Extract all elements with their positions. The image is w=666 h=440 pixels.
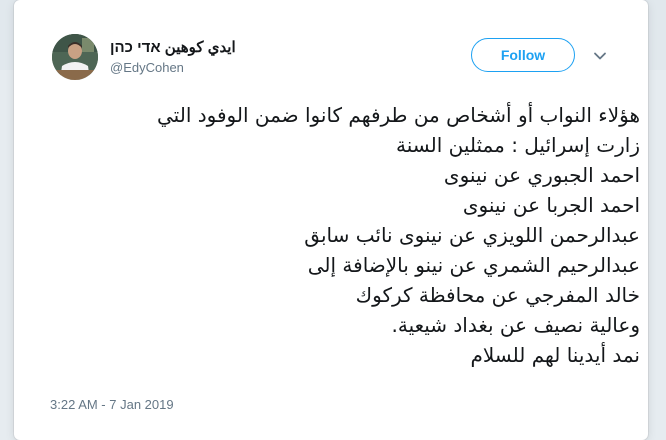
tweet-text-line: هؤلاء النواب أو أشخاص من طرفهم كانوا ضمن… <box>157 103 640 127</box>
author-display-name[interactable]: ايدي كوهين אדי כהן <box>110 38 236 56</box>
author-avatar[interactable] <box>52 34 98 80</box>
tweet-card: ايدي كوهين אדי כהן @EdyCohen Follow هؤلا… <box>14 0 648 440</box>
chevron-down-icon <box>594 52 606 60</box>
tweet-menu-button[interactable] <box>592 48 608 64</box>
tweet-text-line: زارت إسرائيل : ممثلين السنة <box>396 133 640 157</box>
tweet-timestamp[interactable]: 3:22 AM - 7 Jan 2019 <box>50 397 174 412</box>
tweet-text-line: وعالية نصيف عن بغداد شيعية. <box>391 313 640 337</box>
tweet-text-line: احمد الجربا عن نينوى <box>462 193 640 217</box>
author-handle[interactable]: @EdyCohen <box>110 60 184 75</box>
tweet-text-line: خالد المفرجي عن محافظة كركوك <box>355 283 640 307</box>
tweet-text-line: نمد أيدينا لهم للسلام <box>470 343 640 367</box>
tweet-text-line: احمد الجبوري عن نينوى <box>443 163 640 187</box>
tweet-text-line: عبدالرحمن اللويزي عن نينوى نائب سابق <box>304 223 640 247</box>
tweet-text: هؤلاء النواب أو أشخاص من طرفهم كانوا ضمن… <box>157 100 640 370</box>
tweet-text-line: عبدالرحيم الشمري عن نينو بالإضافة إلى <box>307 253 640 277</box>
follow-button[interactable]: Follow <box>471 38 575 72</box>
profile-photo-icon <box>52 34 98 80</box>
